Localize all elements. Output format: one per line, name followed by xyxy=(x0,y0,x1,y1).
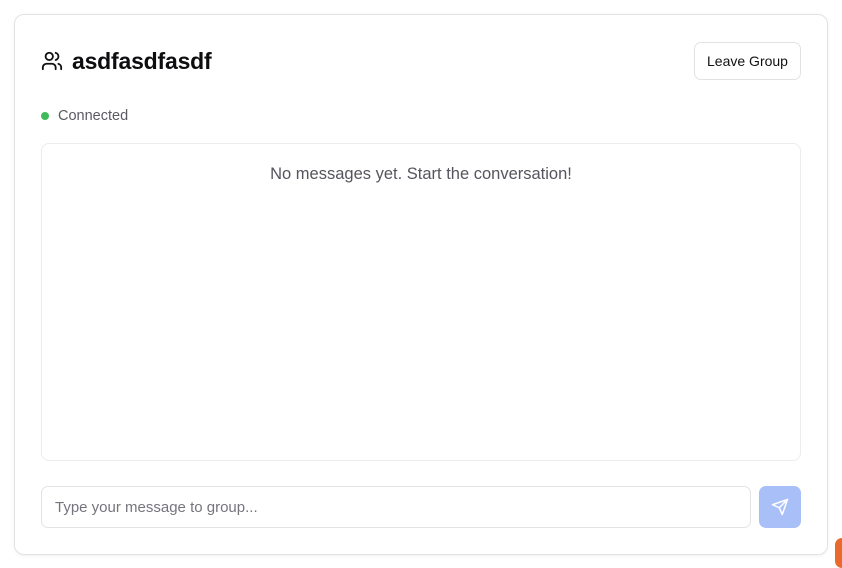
leave-group-button[interactable]: Leave Group xyxy=(694,42,801,80)
users-icon xyxy=(41,50,63,72)
connection-status: Connected xyxy=(41,107,128,125)
floating-action-edge[interactable] xyxy=(835,538,842,568)
chat-header: asdfasdfasdf Leave Group xyxy=(41,42,801,80)
message-list[interactable]: No messages yet. Start the conversation! xyxy=(41,143,801,461)
message-composer xyxy=(41,486,801,528)
message-input[interactable] xyxy=(41,486,751,528)
send-button[interactable] xyxy=(759,486,801,528)
title-group: asdfasdfasdf xyxy=(41,42,212,80)
status-dot-icon xyxy=(41,112,49,120)
status-label: Connected xyxy=(58,108,129,124)
empty-messages-text: No messages yet. Start the conversation! xyxy=(270,165,572,183)
chat-card: asdfasdfasdf Leave Group Connected No me… xyxy=(14,14,828,555)
send-icon xyxy=(771,498,789,516)
group-title: asdfasdfasdf xyxy=(72,47,212,74)
